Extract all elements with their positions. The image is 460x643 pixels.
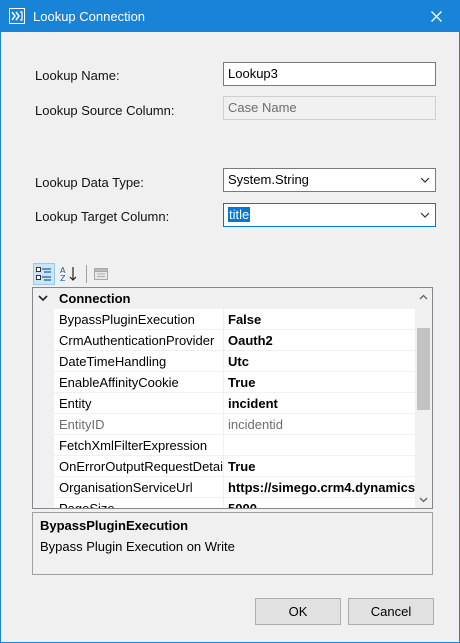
chevron-down-icon[interactable] xyxy=(419,174,431,186)
property-row[interactable]: PageSize 5000 xyxy=(33,498,415,508)
property-value: incidentid xyxy=(224,414,415,435)
property-pages-button xyxy=(90,263,112,285)
property-value[interactable] xyxy=(224,435,415,456)
lookup-name-value: Lookup3 xyxy=(228,66,278,81)
property-row[interactable]: FetchXmlFilterExpression xyxy=(33,435,415,456)
property-row[interactable]: BypassPluginExecution False xyxy=(33,309,415,330)
lookup-target-column-select[interactable]: title xyxy=(223,203,436,227)
property-name: CrmAuthenticationProvider xyxy=(54,330,224,351)
property-name: PageSize xyxy=(54,498,224,508)
property-grid[interactable]: Connection BypassPluginExecution False C… xyxy=(32,287,433,509)
row-margin xyxy=(33,456,54,477)
help-title: BypassPluginExecution xyxy=(40,518,189,533)
lookup-name-label: Lookup Name: xyxy=(35,68,120,83)
chevron-down-icon xyxy=(419,497,428,502)
lookup-target-column-label: Lookup Target Column: xyxy=(35,209,170,224)
chevron-down-icon[interactable] xyxy=(37,292,49,304)
row-margin xyxy=(33,351,54,372)
lookup-name-input[interactable]: Lookup3 xyxy=(223,62,436,86)
title-bar: Lookup Connection xyxy=(1,1,459,32)
property-help-panel: BypassPluginExecution Bypass Plugin Exec… xyxy=(32,512,433,575)
property-row[interactable]: CrmAuthenticationProvider Oauth2 xyxy=(33,330,415,351)
property-name: FetchXmlFilterExpression xyxy=(54,435,224,456)
categorized-icon xyxy=(36,267,51,281)
row-margin xyxy=(33,498,54,508)
property-row[interactable]: EntityID incidentid xyxy=(33,414,415,435)
property-name: BypassPluginExecution xyxy=(54,309,224,330)
scroll-up-button[interactable] xyxy=(415,288,432,305)
property-pages-icon xyxy=(94,268,108,280)
property-value[interactable]: Utc xyxy=(224,351,415,372)
help-description: Bypass Plugin Execution on Write xyxy=(40,539,235,554)
row-margin xyxy=(33,393,54,414)
svg-text:Z: Z xyxy=(60,274,66,282)
lookup-data-type-label: Lookup Data Type: xyxy=(35,175,144,190)
property-value[interactable]: https://simego.crm4.dynamics.com xyxy=(224,477,415,498)
property-value[interactable]: Oauth2 xyxy=(224,330,415,351)
chevron-up-icon xyxy=(419,294,428,299)
property-name: OnErrorOutputRequestDetails xyxy=(54,456,224,477)
property-value[interactable]: incident xyxy=(224,393,415,414)
lookup-data-type-value: System.String xyxy=(228,172,309,187)
chevron-down-icon[interactable] xyxy=(419,209,431,221)
property-row[interactable]: OnErrorOutputRequestDetails True xyxy=(33,456,415,477)
window-title: Lookup Connection xyxy=(33,9,146,24)
category-row[interactable]: Connection xyxy=(33,288,415,309)
property-value[interactable]: 5000 xyxy=(224,498,415,508)
close-button[interactable] xyxy=(413,1,459,32)
row-margin xyxy=(33,477,54,498)
categorized-button[interactable] xyxy=(33,263,55,285)
lookup-target-column-value: title xyxy=(228,207,251,222)
lookup-data-type-select[interactable]: System.String xyxy=(223,168,436,192)
row-margin xyxy=(33,414,54,435)
close-icon xyxy=(430,11,442,22)
property-name: DateTimeHandling xyxy=(54,351,224,372)
scroll-down-button[interactable] xyxy=(415,491,432,508)
lookup-connection-dialog: Lookup Connection Lookup Name: Lookup3 L… xyxy=(0,0,460,643)
row-margin xyxy=(33,435,54,456)
property-value[interactable]: True xyxy=(224,456,415,477)
lookup-source-column-input: Case Name xyxy=(223,96,436,120)
cancel-button[interactable]: Cancel xyxy=(348,598,434,625)
property-name: Entity xyxy=(54,393,224,414)
scrollbar-thumb[interactable] xyxy=(417,328,430,410)
ok-button[interactable]: OK xyxy=(255,598,341,625)
property-name: OrganisationServiceUrl xyxy=(54,477,224,498)
alphabetical-button[interactable]: A Z xyxy=(58,263,80,285)
property-name: EnableAffinityCookie xyxy=(54,372,224,393)
lookup-source-column-label: Lookup Source Column: xyxy=(35,103,175,118)
toolbar-separator xyxy=(86,265,87,283)
property-row[interactable]: EnableAffinityCookie True xyxy=(33,372,415,393)
app-icon xyxy=(9,8,25,24)
lookup-source-column-value: Case Name xyxy=(228,100,297,115)
property-row[interactable]: DateTimeHandling Utc xyxy=(33,351,415,372)
row-margin xyxy=(33,309,54,330)
row-margin xyxy=(33,330,54,351)
property-value[interactable]: False xyxy=(224,309,415,330)
sort-alphabetical-icon: A Z xyxy=(60,266,77,282)
vertical-scrollbar[interactable] xyxy=(415,288,432,508)
property-name: EntityID xyxy=(54,414,224,435)
row-margin xyxy=(33,372,54,393)
property-row[interactable]: Entity incident xyxy=(33,393,415,414)
property-value[interactable]: True xyxy=(224,372,415,393)
property-row[interactable]: OrganisationServiceUrl https://simego.cr… xyxy=(33,477,415,498)
category-label: Connection xyxy=(59,291,131,306)
